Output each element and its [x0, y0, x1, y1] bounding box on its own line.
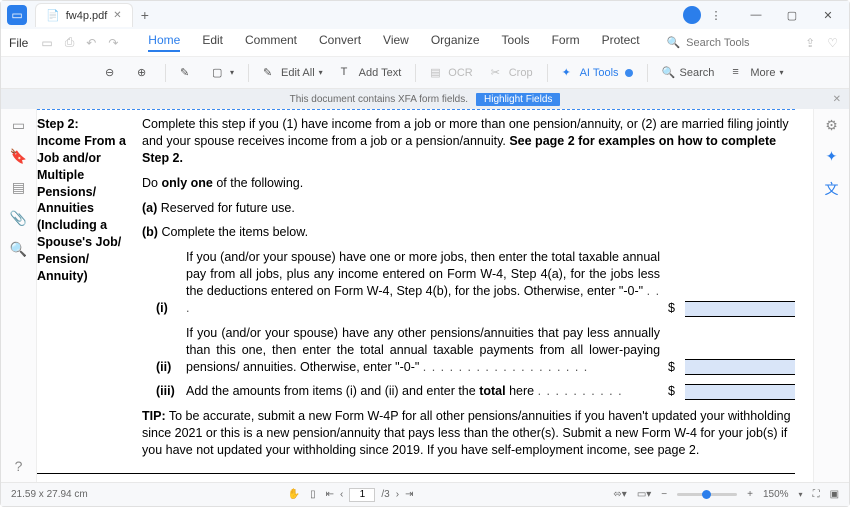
search-tool[interactable]: 🔍Search — [658, 64, 719, 82]
read-mode-icon[interactable]: ▣ — [830, 489, 839, 500]
zoom-slider[interactable] — [677, 493, 737, 496]
search-tools-input[interactable] — [686, 37, 796, 49]
zoom-out-icon[interactable]: − — [661, 489, 667, 500]
menu-edit[interactable]: Edit — [202, 33, 223, 52]
menu-tools[interactable]: Tools — [502, 33, 530, 52]
search-icon: 🔍 — [666, 36, 680, 49]
tab-label: fw4p.pdf — [66, 10, 108, 22]
user-avatar[interactable] — [683, 6, 701, 24]
zoom-in-icon[interactable]: + — [747, 489, 753, 500]
fit-width-icon[interactable]: ⬄▾ — [613, 489, 626, 500]
menu-comment[interactable]: Comment — [245, 33, 297, 52]
redo-icon[interactable]: ↷ — [105, 36, 121, 50]
menubar: File ▭ ⎙ ↶ ↷ Home Edit Comment Convert V… — [1, 29, 849, 57]
highlight-tool[interactable]: ✎ — [176, 64, 198, 82]
first-page-icon[interactable]: ⇤ — [326, 489, 334, 500]
page-input[interactable] — [349, 488, 375, 502]
menu-convert[interactable]: Convert — [319, 33, 361, 52]
kebab-menu-icon[interactable]: ⋮ — [701, 5, 731, 25]
translate-icon[interactable]: 文 — [825, 179, 839, 199]
pdf-file-icon: 📄 — [46, 9, 60, 22]
attachments-icon[interactable]: 📎 — [10, 210, 27, 227]
field-ii-amount[interactable] — [685, 359, 795, 375]
add-text-tool[interactable]: TAdd Text — [337, 64, 406, 82]
comments-icon[interactable]: ▤ — [12, 179, 25, 196]
document-content: Step 2:Income From a Job and/or Multiple… — [37, 109, 813, 482]
menu-organize[interactable]: Organize — [431, 33, 480, 52]
left-rail: ▭ 🔖 ▤ 📎 🔍 ? — [1, 109, 37, 482]
view-mode-icon[interactable]: ▭▾ — [637, 489, 651, 500]
hand-tool-icon[interactable]: ✋ — [288, 489, 300, 500]
page-total: /3 — [381, 489, 389, 500]
minimize-button[interactable]: — — [741, 5, 771, 25]
select-tool-icon[interactable]: ▯ — [310, 489, 316, 500]
file-menu[interactable]: File — [9, 36, 28, 50]
file-tab[interactable]: 📄 fw4p.pdf ✕ — [35, 3, 133, 27]
zoom-out-tool[interactable]: ⊖ — [101, 64, 123, 82]
last-page-icon[interactable]: ⇥ — [405, 489, 413, 500]
info-close-icon[interactable]: ✕ — [833, 94, 841, 105]
menu-view[interactable]: View — [383, 33, 409, 52]
prev-page-icon[interactable]: ‹ — [340, 489, 343, 500]
share-icon[interactable]: ⇪ — [802, 36, 818, 50]
next-page-icon[interactable]: › — [396, 489, 399, 500]
menu-home[interactable]: Home — [148, 33, 180, 52]
bell-icon[interactable]: ♡ — [824, 36, 841, 50]
info-message: This document contains XFA form fields. — [290, 94, 468, 105]
field-iii-amount[interactable] — [685, 384, 795, 400]
search-panel-icon[interactable]: 🔍 — [10, 241, 27, 258]
titlebar: ▭ 📄 fw4p.pdf ✕ + ⋮ — ▢ ✕ — [1, 1, 849, 29]
bookmarks-icon[interactable]: 🔖 — [10, 148, 27, 165]
statusbar: 21.59 x 27.94 cm ✋ ▯ ⇤ ‹ /3 › ⇥ ⬄▾ ▭▾ − … — [1, 482, 849, 506]
ocr-tool[interactable]: ▤OCR — [426, 64, 476, 82]
zoom-in-tool[interactable]: ⊕ — [133, 64, 155, 82]
menu-form[interactable]: Form — [552, 33, 580, 52]
app-icon: ▭ — [7, 5, 27, 25]
right-rail: ⚙ ✦ 文 — [813, 109, 849, 482]
toolbar: ⊖ ⊕ ✎ ▢▾ ✎Edit All▾ TAdd Text ▤OCR ✂Crop… — [1, 57, 849, 89]
more-tool[interactable]: ≡More▾ — [728, 64, 787, 82]
undo-icon[interactable]: ↶ — [83, 36, 99, 50]
menu-protect[interactable]: Protect — [602, 33, 640, 52]
ai-panel-icon[interactable]: ✦ — [826, 148, 838, 165]
settings-icon[interactable]: ⚙ — [825, 117, 838, 134]
edit-all-tool[interactable]: ✎Edit All▾ — [259, 64, 327, 82]
highlight-fields-button[interactable]: Highlight Fields — [476, 93, 560, 106]
page-dimensions: 21.59 x 27.94 cm — [11, 489, 88, 500]
zoom-level: 150% — [763, 489, 789, 500]
print-icon[interactable]: ⎙ — [62, 35, 78, 50]
fullscreen-icon[interactable]: ⛶ — [813, 489, 820, 500]
new-tab-button[interactable]: + — [141, 7, 149, 23]
shape-tool[interactable]: ▢▾ — [208, 64, 238, 82]
step2-label: Step 2:Income From a Job and/or Multiple… — [37, 116, 132, 467]
close-tab-icon[interactable]: ✕ — [113, 10, 121, 21]
thumbnails-icon[interactable]: ▭ — [12, 117, 25, 134]
field-i-amount[interactable] — [685, 301, 795, 317]
crop-tool[interactable]: ✂Crop — [487, 64, 537, 82]
ai-tools[interactable]: ✦AI Tools — [558, 64, 637, 82]
close-button[interactable]: ✕ — [813, 5, 843, 25]
xfa-info-bar: This document contains XFA form fields. … — [1, 89, 849, 109]
open-icon[interactable]: ▭ — [38, 36, 55, 50]
maximize-button[interactable]: ▢ — [777, 5, 807, 25]
help-icon[interactable]: ? — [15, 458, 23, 474]
